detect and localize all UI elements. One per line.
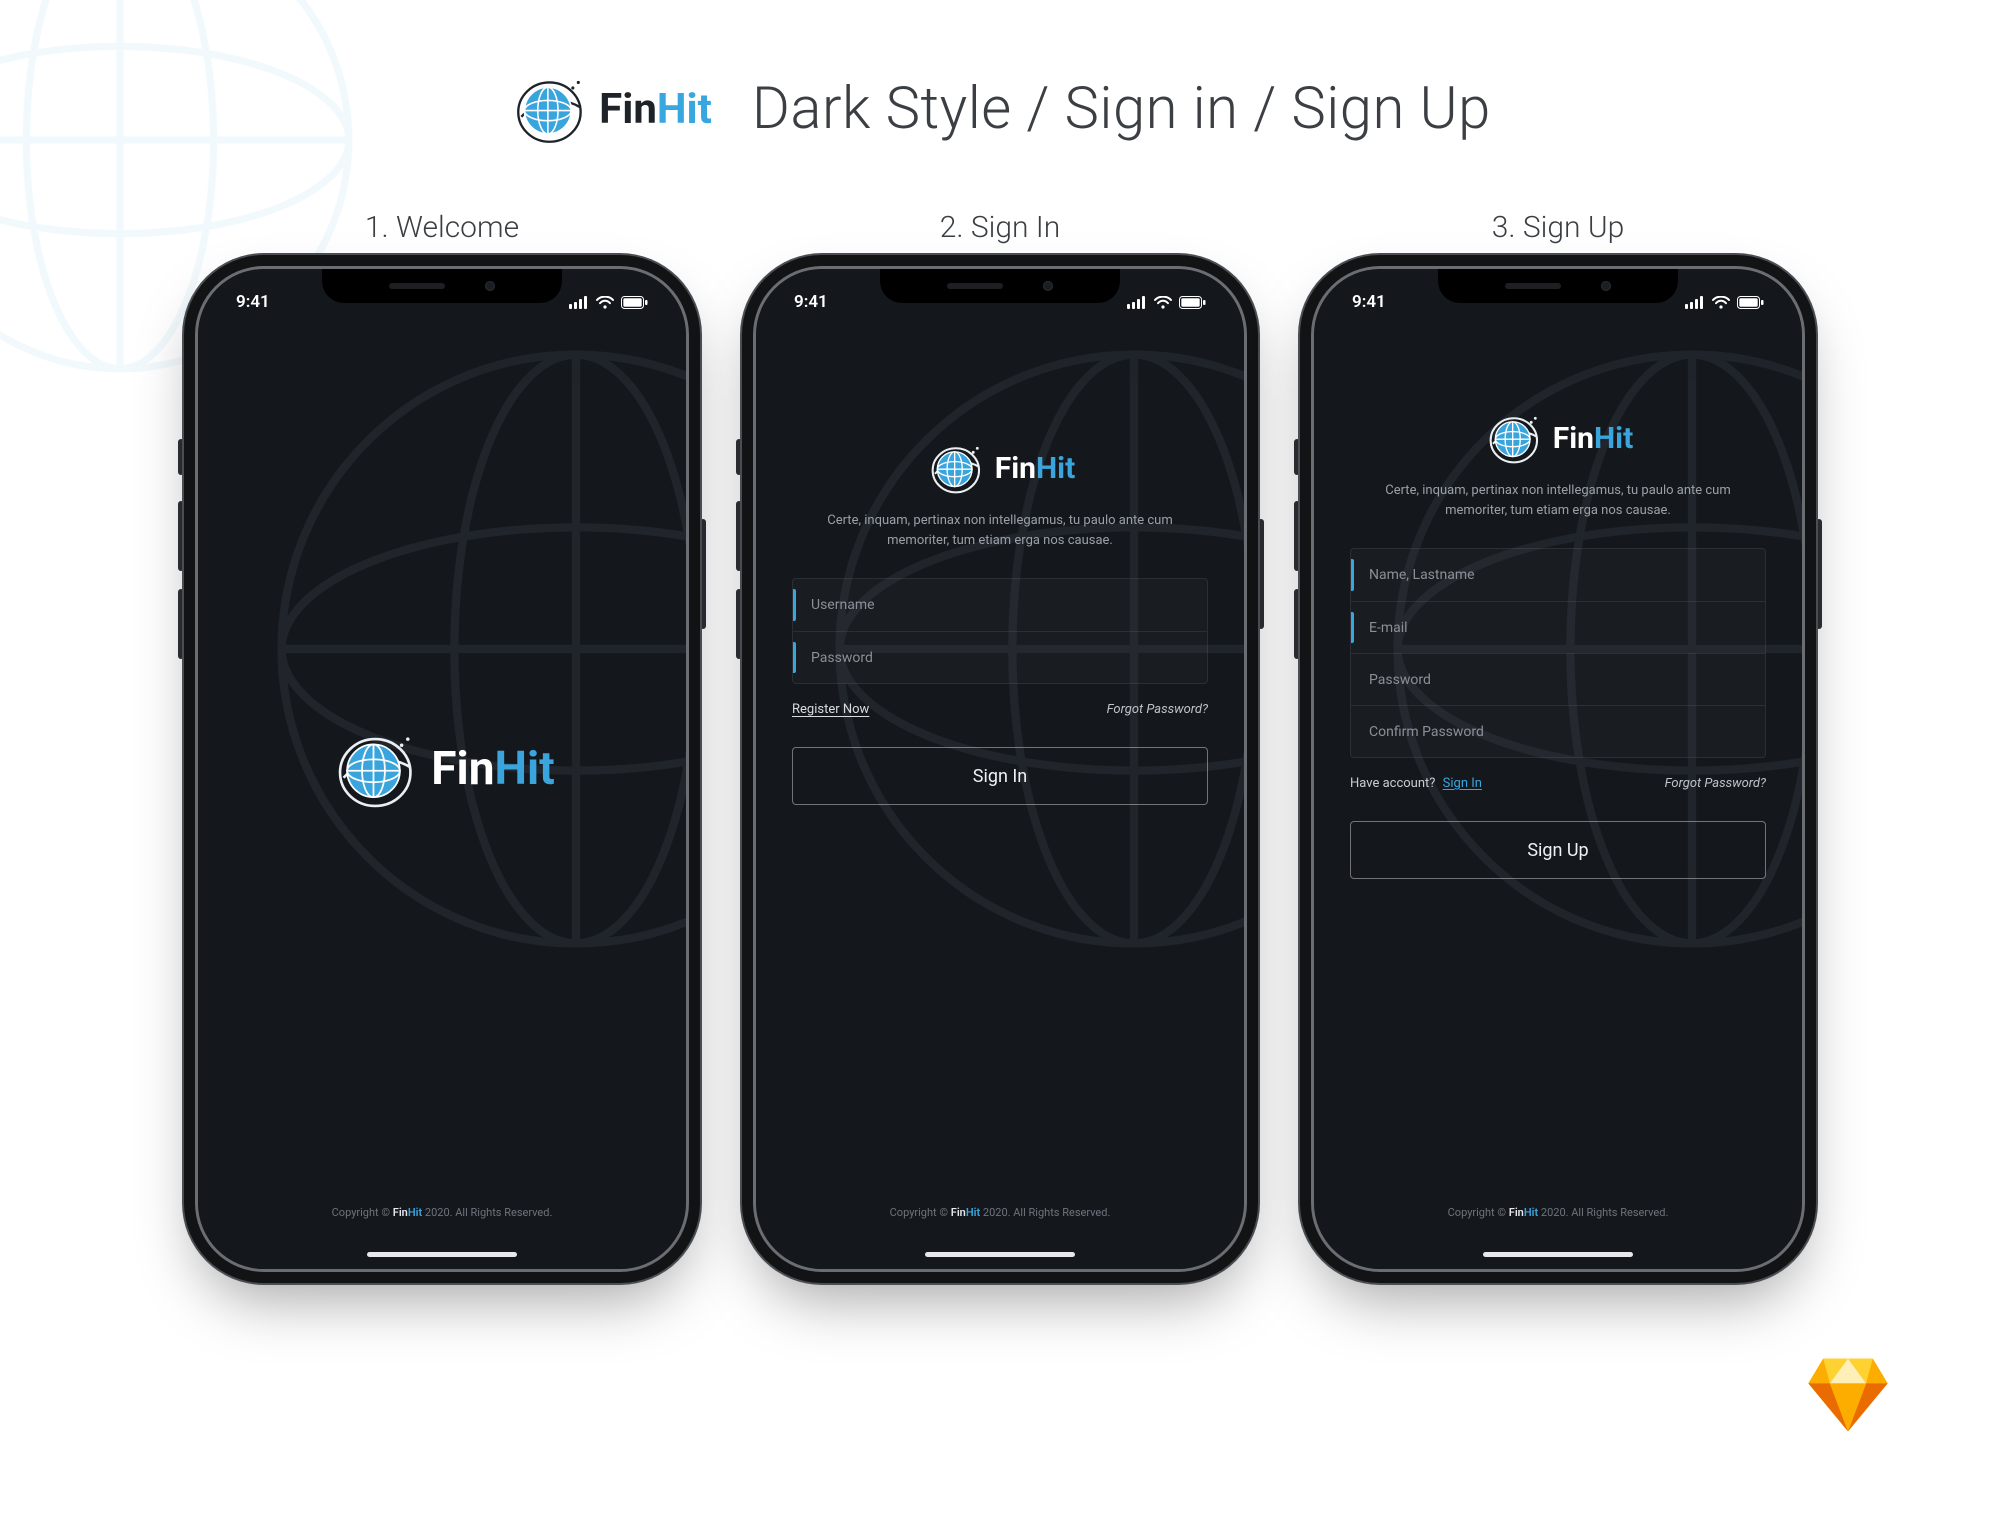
status-time: 9:41: [1352, 292, 1386, 312]
signin-form: Username Password: [792, 578, 1208, 684]
signin-screen: 9:41: [756, 269, 1244, 1269]
status-bar: 9:41: [1314, 287, 1802, 317]
username-placeholder: Username: [811, 597, 875, 613]
signin-links-row: Register Now Forgot Password?: [792, 702, 1208, 717]
home-indicator: [925, 1252, 1075, 1257]
mute-switch: [1294, 439, 1300, 475]
globe-icon: [509, 70, 593, 148]
globe-icon: [329, 725, 425, 813]
page-header: FinHit Dark Style / Sign in / Sign Up: [0, 70, 2000, 148]
signin-tagline: Certe, inquam, pertinax non intellegamus…: [800, 511, 1200, 550]
wifi-icon: [1712, 296, 1730, 309]
signup-tagline: Certe, inquam, pertinax non intellegamus…: [1358, 481, 1758, 520]
status-bar: 9:41: [198, 287, 686, 317]
signup-links-row: Have account? Sign In Forgot Password?: [1350, 776, 1766, 791]
email-field[interactable]: E-mail: [1351, 601, 1765, 653]
brand-wordmark: FinHit: [431, 742, 554, 796]
wifi-icon: [596, 296, 614, 309]
forgot-password-link[interactable]: Forgot Password?: [1107, 702, 1208, 717]
signup-screen: 9:41: [1314, 269, 1802, 1269]
welcome-label: 1. Welcome: [365, 210, 519, 245]
signup-column: 3. Sign Up 9:41: [1314, 210, 1802, 1269]
volume-down: [736, 589, 742, 659]
welcome-column: 1. Welcome: [198, 210, 686, 1269]
phone-welcome: 9:41: [198, 269, 686, 1269]
globe-icon: [1483, 409, 1547, 467]
mute-switch: [736, 439, 742, 475]
signal-icon: [569, 296, 589, 309]
phone-signup: 9:41: [1314, 269, 1802, 1269]
email-placeholder: E-mail: [1369, 620, 1408, 636]
volume-up: [1294, 501, 1300, 571]
home-indicator: [1483, 1252, 1633, 1257]
forgot-password-link[interactable]: Forgot Password?: [1665, 776, 1766, 791]
password-field[interactable]: Password: [793, 631, 1207, 683]
home-indicator: [367, 1252, 517, 1257]
copyright-line: Copyright © FinHit 2020. All Rights Rese…: [198, 1206, 686, 1219]
username-field[interactable]: Username: [793, 579, 1207, 631]
volume-up: [736, 501, 742, 571]
password-field[interactable]: Password: [1351, 653, 1765, 705]
brand-wordmark: FinHit: [995, 451, 1076, 486]
name-field[interactable]: Name, Lastname: [1351, 549, 1765, 601]
page-title: Dark Style / Sign in / Sign Up: [752, 75, 1491, 143]
signin-label: 2. Sign In: [940, 210, 1061, 245]
power-button: [700, 519, 706, 629]
brand-logo-signup: FinHit: [1483, 409, 1634, 467]
battery-icon: [621, 296, 648, 309]
password-placeholder: Password: [1369, 672, 1431, 688]
signin-button[interactable]: Sign In: [792, 747, 1208, 805]
confirm-password-field[interactable]: Confirm Password: [1351, 705, 1765, 757]
phone-mockups-row: 1. Welcome: [0, 210, 2000, 1269]
signin-link[interactable]: Sign In: [1443, 776, 1482, 791]
status-time: 9:41: [794, 292, 828, 312]
phone-signin: 9:41: [756, 269, 1244, 1269]
mute-switch: [178, 439, 184, 475]
signup-button[interactable]: Sign Up: [1350, 821, 1766, 879]
sketch-diamond-icon: [1806, 1357, 1890, 1433]
signup-form: Name, Lastname E-mail Password Confirm P…: [1350, 548, 1766, 758]
brand-logo-header: FinHit: [509, 70, 712, 148]
register-now-link[interactable]: Register Now: [792, 702, 869, 717]
wifi-icon: [1154, 296, 1172, 309]
welcome-screen: 9:41: [198, 269, 686, 1269]
power-button: [1258, 519, 1264, 629]
signup-label: 3. Sign Up: [1492, 210, 1624, 245]
volume-down: [178, 589, 184, 659]
have-account-text: Have account? Sign In: [1350, 776, 1482, 791]
brand-logo-splash: FinHit: [329, 725, 554, 813]
confirm-password-placeholder: Confirm Password: [1369, 724, 1484, 740]
password-placeholder: Password: [811, 650, 873, 666]
globe-icon: [925, 439, 989, 497]
signup-content: FinHit Certe, inquam, pertinax non intel…: [1314, 269, 1802, 1269]
battery-icon: [1737, 296, 1764, 309]
signal-icon: [1685, 296, 1705, 309]
brand-logo-signin: FinHit: [925, 439, 1076, 497]
name-placeholder: Name, Lastname: [1369, 567, 1475, 583]
volume-up: [178, 501, 184, 571]
welcome-content: FinHit: [198, 269, 686, 1269]
status-time: 9:41: [236, 292, 270, 312]
signal-icon: [1127, 296, 1147, 309]
volume-down: [1294, 589, 1300, 659]
signin-column: 2. Sign In 9:41: [756, 210, 1244, 1269]
copyright-line: Copyright © FinHit 2020. All Rights Rese…: [756, 1206, 1244, 1219]
brand-wordmark: FinHit: [1553, 421, 1634, 456]
power-button: [1816, 519, 1822, 629]
brand-wordmark: FinHit: [599, 85, 712, 134]
battery-icon: [1179, 296, 1206, 309]
signin-content: FinHit Certe, inquam, pertinax non intel…: [756, 269, 1244, 1269]
copyright-line: Copyright © FinHit 2020. All Rights Rese…: [1314, 1206, 1802, 1219]
status-bar: 9:41: [756, 287, 1244, 317]
